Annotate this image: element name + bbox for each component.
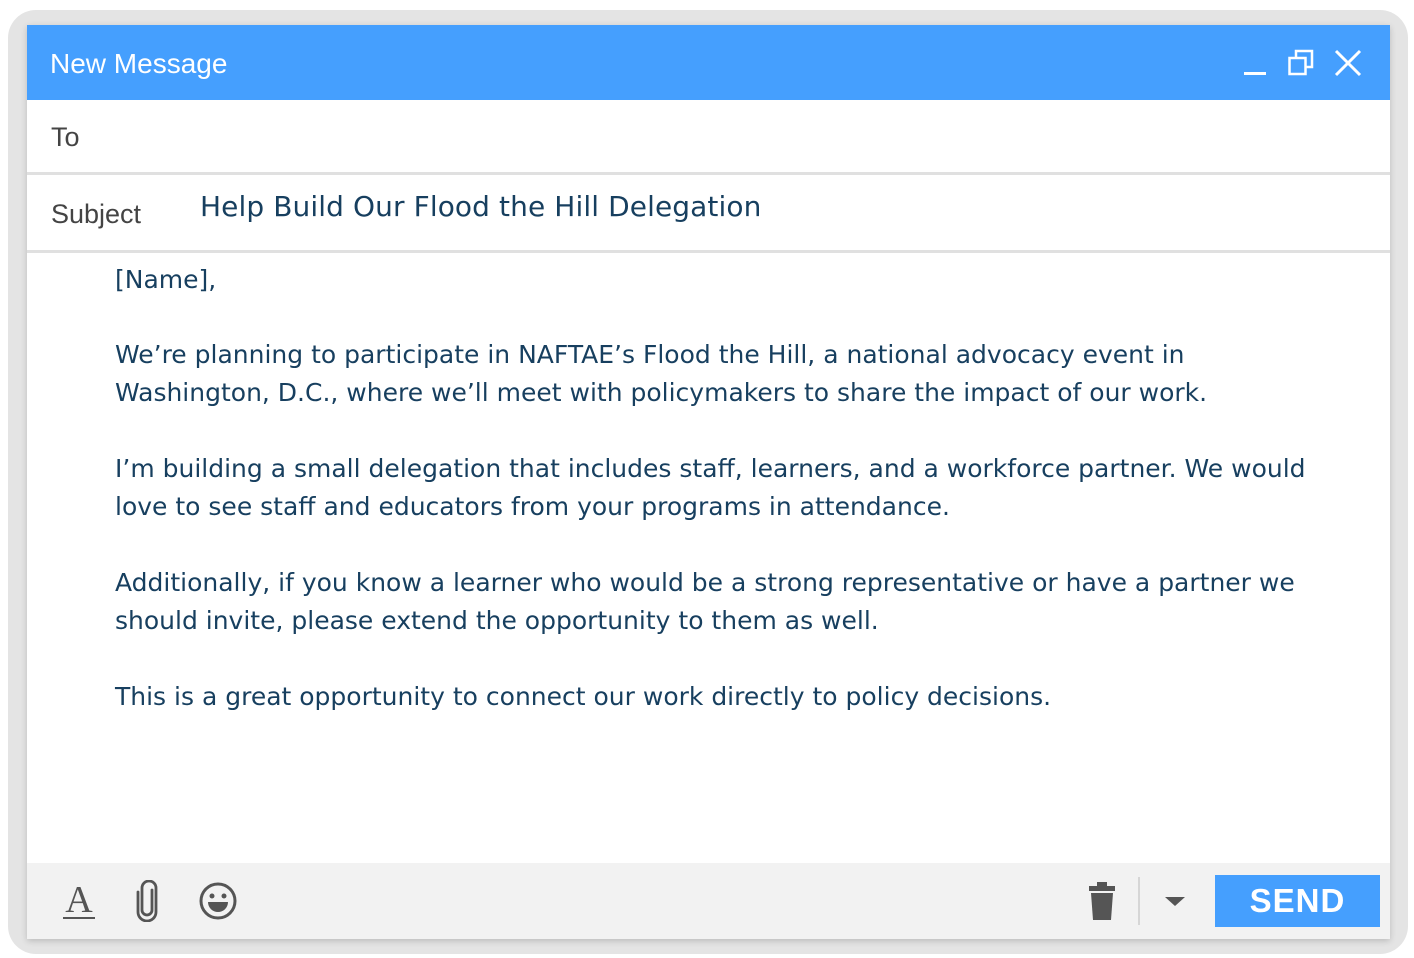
compose-window: New Message To Subject Help Build Our Fl…	[27, 25, 1390, 939]
emoji-button[interactable]	[197, 863, 239, 939]
discard-button[interactable]	[1085, 863, 1119, 939]
close-button[interactable]	[1331, 25, 1365, 100]
subject-label: Subject	[51, 199, 142, 229]
message-body[interactable]: [Name], We’re planning to participate in…	[27, 253, 1390, 863]
subject-field-row: Subject Help Build Our Flood the Hill De…	[27, 178, 1390, 253]
paperclip-icon	[136, 880, 158, 922]
body-paragraph-greeting: [Name],	[115, 265, 217, 294]
to-input[interactable]	[147, 116, 1351, 158]
body-paragraph: Additionally, if you know a learner who …	[115, 568, 1295, 635]
minimize-icon	[1244, 71, 1266, 75]
window-title: New Message	[50, 48, 228, 79]
compose-toolbar: A SEND	[27, 863, 1390, 939]
send-button[interactable]: SEND	[1215, 875, 1380, 927]
restore-button[interactable]	[1285, 25, 1317, 100]
restore-icon	[1288, 49, 1314, 75]
title-bar: New Message	[27, 25, 1390, 100]
caret-down-icon	[1165, 897, 1185, 906]
attach-button[interactable]	[129, 863, 165, 939]
trash-icon	[1089, 882, 1115, 920]
body-paragraph: We’re planning to participate in NAFTAE’…	[115, 340, 1208, 407]
text-format-icon: A	[63, 881, 95, 921]
minimize-button[interactable]	[1241, 25, 1269, 100]
close-icon	[1334, 49, 1362, 76]
subject-input[interactable]: Help Build Our Flood the Hill Delegation	[200, 190, 761, 223]
toolbar-divider	[1138, 877, 1140, 925]
svg-text:A: A	[65, 881, 93, 921]
to-label: To	[51, 122, 80, 152]
to-field-row: To	[27, 100, 1390, 175]
emoji-icon	[199, 882, 237, 920]
message-body-text[interactable]: [Name], We’re planning to participate in…	[115, 261, 1325, 754]
text-format-button[interactable]: A	[59, 863, 99, 939]
body-paragraph: I’m building a small delegation that inc…	[115, 454, 1306, 521]
body-paragraph: This is a great opportunity to connect o…	[115, 682, 1052, 711]
more-options-button[interactable]	[1159, 863, 1191, 939]
